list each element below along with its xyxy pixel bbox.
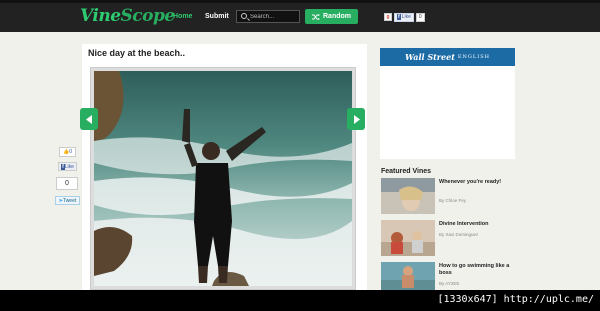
social-buttons: g f Like 0	[384, 12, 425, 22]
featured-vine-author: By Xavi Dominguez	[439, 232, 479, 237]
featured-vine-title[interactable]: How to go swimming like a boss	[439, 263, 514, 277]
featured-thumbnail[interactable]	[381, 178, 435, 214]
logo-scope-text: Scope	[120, 6, 176, 26]
google-plus-button[interactable]: g	[384, 13, 392, 21]
facebook-like-button[interactable]: f Like	[394, 12, 414, 22]
page: VineScope Home Submit Random g fLike 0 N…	[0, 0, 600, 311]
random-button[interactable]: Random	[305, 9, 358, 24]
image-watermark: [1330x647] http://uplc.me/	[437, 294, 594, 305]
like-count: 0	[415, 12, 425, 22]
random-label: Random	[323, 13, 351, 20]
video-player[interactable]	[90, 67, 356, 290]
post-title: Nice day at the beach..	[88, 48, 186, 58]
ad-banner[interactable]: Wall Street ENGLISH	[380, 48, 515, 66]
logo-vine-text: Vine	[80, 6, 121, 26]
featured-vine-item[interactable]: Divine Intervention By Xavi Dominguez	[381, 220, 516, 256]
beach-scene	[94, 71, 352, 286]
next-vine-button[interactable]	[347, 108, 365, 130]
featured-vine-title[interactable]: Whenever you're ready!	[439, 179, 514, 186]
gplus-glyph: g	[386, 14, 390, 20]
featured-vine-title[interactable]: Divine Intervention	[439, 221, 514, 228]
video-frame-image[interactable]	[94, 71, 352, 286]
featured-thumbnail[interactable]	[381, 220, 435, 256]
arrow-left-icon	[85, 114, 92, 124]
fb-like-label: Like	[401, 14, 411, 20]
nav-submit-link[interactable]: Submit	[205, 13, 229, 20]
arrow-right-icon	[353, 114, 360, 124]
search-box[interactable]	[236, 10, 300, 23]
featured-vine-item[interactable]: Whenever you're ready! By Chloe Fey	[381, 178, 516, 214]
ad-subtitle: ENGLISH	[457, 54, 490, 60]
featured-vine-author: By AY2EE	[439, 281, 460, 286]
google-plus-share-button[interactable]: 👍 0	[59, 147, 76, 157]
featured-vine-author: By Chloe Fey	[439, 198, 467, 203]
nav-home-link[interactable]: Home	[173, 13, 192, 20]
fb-share-label: Like	[64, 163, 74, 170]
previous-vine-button[interactable]	[80, 108, 98, 130]
facebook-share-button[interactable]: f Like	[58, 162, 77, 171]
advertisement[interactable]: Wall Street ENGLISH	[380, 48, 515, 159]
ad-brand: Wall Street	[404, 52, 455, 62]
top-navigation-bar: VineScope Home Submit Random g fLike 0	[0, 0, 600, 32]
search-input[interactable]	[250, 12, 298, 22]
tweet-label: Tweet	[62, 197, 77, 204]
featured-vines-heading: Featured Vines	[381, 168, 432, 175]
share-sidebar: 👍 0 f Like 0 ➤ Tweet	[53, 143, 81, 213]
shuffle-icon	[312, 13, 320, 20]
share-count: 0	[56, 177, 78, 190]
facebook-icon: f	[397, 14, 401, 20]
vinescope-logo[interactable]: VineScope	[80, 6, 175, 28]
search-icon	[241, 13, 247, 19]
browser-strip	[0, 0, 600, 3]
gplus-share-count: 0	[69, 149, 72, 155]
tweet-button[interactable]: ➤ Tweet	[55, 196, 80, 205]
